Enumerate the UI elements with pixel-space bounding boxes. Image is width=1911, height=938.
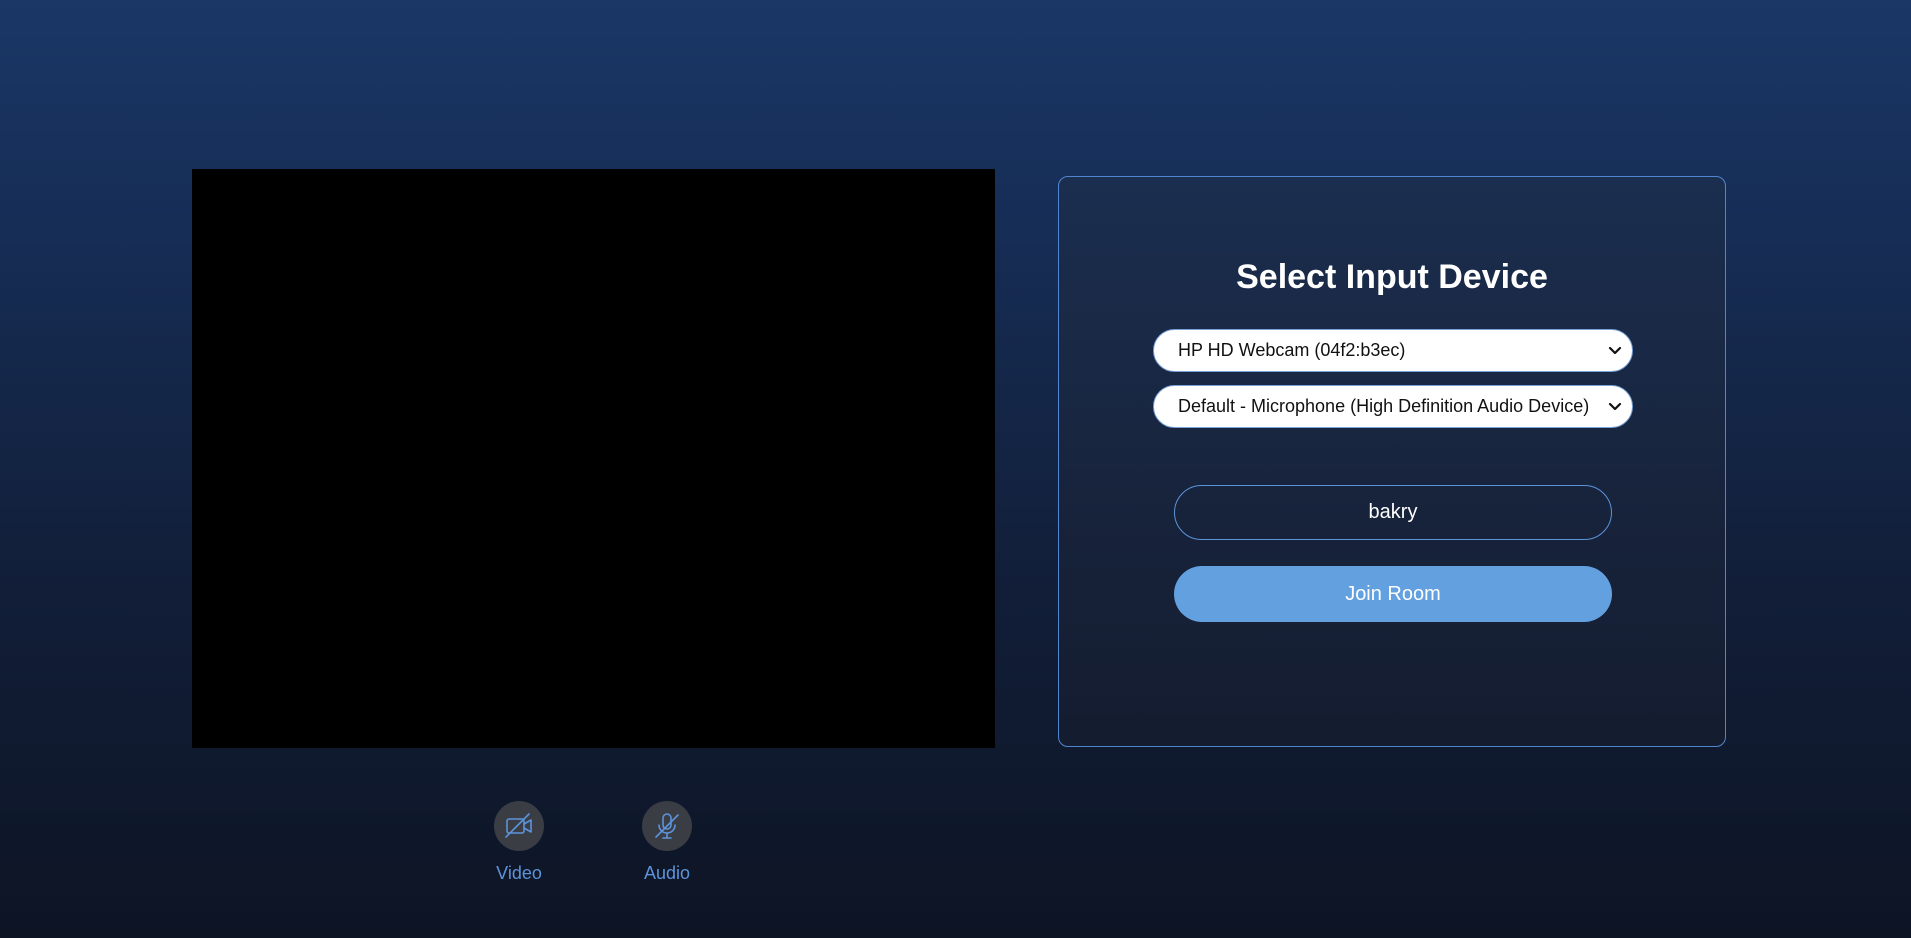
microphone-select-value: Default - Microphone (High Definition Au…: [1178, 396, 1590, 416]
chevron-down-icon: [1608, 402, 1622, 411]
video-toggle[interactable]: Video: [479, 801, 559, 883]
camera-select-value: HP HD Webcam (04f2:b3ec): [1178, 340, 1406, 360]
camera-select[interactable]: HP HD Webcam (04f2:b3ec): [1153, 329, 1633, 372]
panel-title: Select Input Device: [1236, 258, 1548, 296]
device-panel: Select Input Device HP HD Webcam (04f2:b…: [1058, 176, 1726, 747]
microphone-select[interactable]: Default - Microphone (High Definition Au…: [1153, 385, 1633, 428]
video-preview: [192, 169, 995, 748]
video-off-icon: [505, 813, 532, 838]
name-input[interactable]: [1174, 485, 1612, 540]
microphone-off-icon: [655, 813, 679, 839]
audio-toggle[interactable]: Audio: [627, 801, 707, 883]
audio-toggle-button[interactable]: [642, 801, 692, 851]
join-room-button[interactable]: Join Room: [1174, 566, 1612, 622]
video-toggle-label: Video: [496, 863, 542, 883]
chevron-down-icon: [1608, 346, 1622, 355]
video-toggle-button[interactable]: [494, 801, 544, 851]
audio-toggle-label: Audio: [643, 863, 691, 883]
